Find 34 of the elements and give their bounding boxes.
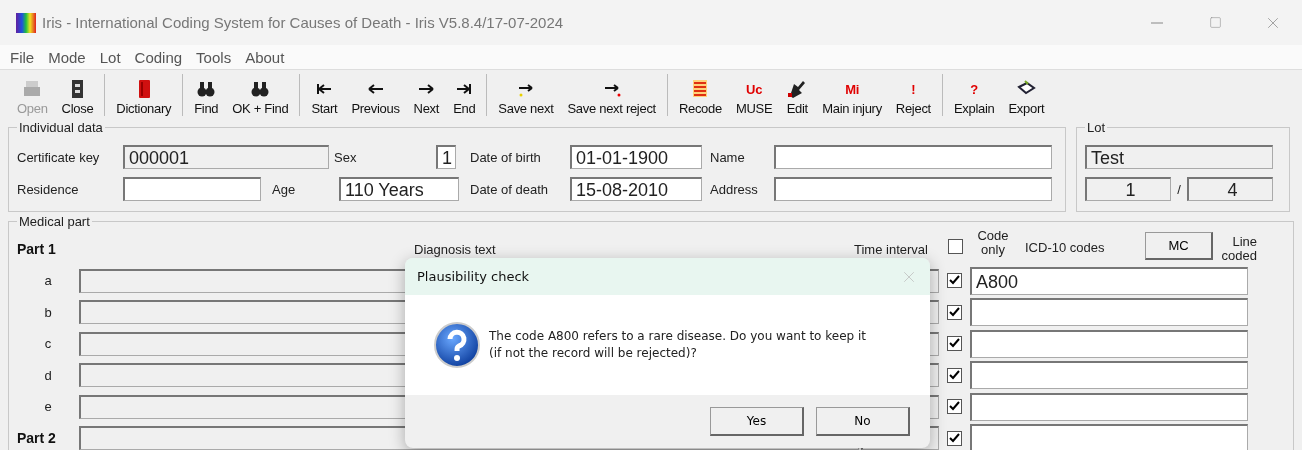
part-label: Part 1 xyxy=(17,241,57,257)
field-label: Certificate key xyxy=(17,149,101,165)
line-label: e xyxy=(43,399,53,415)
group-title: Medical part xyxy=(18,214,91,229)
part-label: Part 2 xyxy=(17,430,57,447)
line-label: d xyxy=(43,367,53,383)
field-label: Age xyxy=(272,181,297,197)
field-label: Date of birth xyxy=(470,149,542,165)
field-label: Address xyxy=(710,181,759,197)
group-title: Individual data xyxy=(18,120,104,135)
column-header: Code only xyxy=(976,229,1010,257)
column-header: Line coded xyxy=(1220,235,1257,263)
field-label: Residence xyxy=(17,181,80,197)
line-label: a xyxy=(43,273,53,289)
glyph-icon: Mi xyxy=(845,81,859,99)
group-title: Lot xyxy=(1086,120,1107,135)
dialog-title: Plausibility check xyxy=(417,269,530,284)
glyph-icon: Uc xyxy=(746,81,763,99)
field-label: Name xyxy=(710,149,746,165)
column-header: Diagnosis text xyxy=(414,242,497,257)
glyph-icon: ? xyxy=(970,81,978,99)
line-label: c xyxy=(43,336,53,352)
glyph-icon: ! xyxy=(911,81,916,99)
lot-name-field: Test xyxy=(1085,145,1273,169)
field-label: Date of death xyxy=(470,181,550,197)
line-label: b xyxy=(43,304,53,320)
lot-total-field: 4 xyxy=(1187,177,1273,201)
dialog-message: The code A800 refers to a rare disease. Do you want to keep it (if not the record will be rejected)? xyxy=(489,328,867,362)
column-header: Time interval xyxy=(854,242,929,257)
lot-index-field: 1 xyxy=(1085,177,1171,201)
field-label: Sex xyxy=(334,149,358,165)
separator-text: / xyxy=(1176,181,1182,197)
window-title: Iris - International Coding System for Causes of Death - Iris V5.8.4/17-07-2024 xyxy=(42,14,565,31)
column-header: ICD-10 codes xyxy=(1025,240,1106,255)
